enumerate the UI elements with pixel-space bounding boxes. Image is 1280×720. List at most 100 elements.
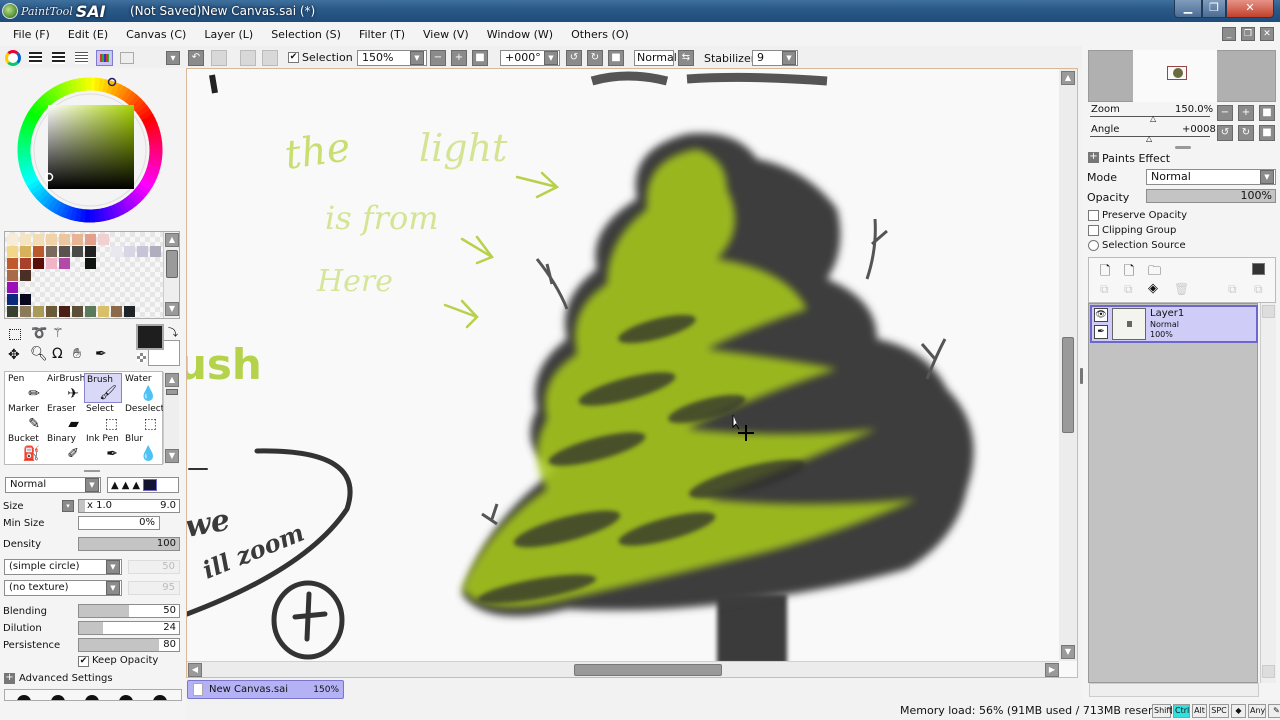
- canvas-scroll-down[interactable]: ▼: [1061, 645, 1075, 659]
- color-swatch[interactable]: [46, 234, 57, 245]
- preset-dot[interactable]: [119, 695, 133, 700]
- zoom-reset-button[interactable]: ■: [472, 50, 488, 66]
- paints-effect-expand-icon[interactable]: +: [1088, 152, 1099, 163]
- merge-selected-icon[interactable]: ⧉: [1228, 282, 1237, 297]
- selection-checkbox[interactable]: ✔: [288, 52, 299, 63]
- color-swatch[interactable]: [85, 258, 96, 269]
- color-swatch[interactable]: [98, 306, 109, 317]
- color-swatch[interactable]: [7, 294, 18, 305]
- canvas-drawing[interactable]: the light is from Here ush we ill zoom: [187, 69, 1059, 661]
- preserve-opacity-checkbox[interactable]: [1088, 210, 1099, 221]
- modifier-key-alt[interactable]: Alt: [1192, 704, 1207, 718]
- size-multiplier-button[interactable]: ▾: [62, 500, 74, 512]
- min-size-field[interactable]: 0%: [78, 516, 160, 530]
- rotate-ccw-button[interactable]: ↺: [566, 50, 582, 66]
- panel-resize-grip[interactable]: [84, 470, 100, 472]
- layer-visibility-eye-icon[interactable]: 👁: [1094, 308, 1108, 322]
- modifier-key-spc[interactable]: SPC: [1209, 704, 1229, 718]
- panel-resize-grip[interactable]: [1175, 146, 1191, 149]
- layer-list[interactable]: [1088, 303, 1258, 683]
- hand-tool[interactable]: ✋︎: [73, 346, 81, 362]
- navigator-thumbnail[interactable]: [1133, 50, 1217, 102]
- rgb-slider-mode-icon[interactable]: [29, 52, 42, 64]
- angle-dropdown-arrow[interactable]: ▼: [544, 51, 558, 65]
- swatches-mode-icon[interactable]: [96, 50, 113, 66]
- color-swatch[interactable]: [46, 306, 57, 317]
- color-swatch[interactable]: [33, 234, 44, 245]
- deselect-button[interactable]: [240, 50, 256, 66]
- color-swatch[interactable]: [85, 234, 96, 245]
- minimize-button[interactable]: ▁: [1174, 0, 1202, 18]
- color-swatch[interactable]: [137, 246, 148, 257]
- menu-window[interactable]: Window (W): [487, 28, 553, 41]
- rotate-tool[interactable]: Ω: [52, 346, 63, 362]
- color-swatch[interactable]: [7, 282, 18, 293]
- tool-water[interactable]: Water 💧: [123, 373, 161, 403]
- color-wheel-mode-icon[interactable]: [5, 50, 21, 66]
- canvas-vscroll-thumb[interactable]: [1062, 337, 1074, 433]
- menu-view[interactable]: View (V): [423, 28, 469, 41]
- brush-texture-arrow[interactable]: ▼: [106, 581, 120, 595]
- preset-dot[interactable]: [153, 695, 167, 700]
- tool-scrollbar[interactable]: ▲ ▼: [163, 372, 179, 464]
- tool-scroll-up[interactable]: ▲: [165, 373, 179, 387]
- brush-size-presets[interactable]: [4, 689, 182, 701]
- tool-brush[interactable]: Brush 🖌: [84, 373, 122, 403]
- tool-scroll-down[interactable]: ▼: [165, 449, 179, 463]
- canvas-scroll-left[interactable]: ◀: [188, 663, 202, 677]
- swatch-scroll-down[interactable]: ▼: [165, 302, 179, 316]
- color-swatch[interactable]: [98, 234, 109, 245]
- nav-zoom-slider-handle[interactable]: △: [1150, 114, 1156, 123]
- dilution-slider[interactable]: 24: [78, 621, 180, 635]
- persistence-slider[interactable]: 80: [78, 638, 180, 652]
- new-linework-layer-icon[interactable]: 🗋: [1124, 262, 1134, 284]
- preset-dot[interactable]: [85, 695, 99, 700]
- nav-zoom-out-button[interactable]: −: [1217, 105, 1233, 121]
- nav-rotate-reset-button[interactable]: ■: [1259, 125, 1275, 141]
- color-swatch[interactable]: [150, 246, 161, 257]
- layer-lock-brush-icon[interactable]: ✒: [1094, 325, 1108, 339]
- brush-shape-square-icon[interactable]: [143, 479, 158, 491]
- menu-file[interactable]: File (F): [13, 28, 50, 41]
- layer-row[interactable]: 👁 ✒ Layer1 Normal 100%: [1090, 305, 1258, 343]
- brush-shape-sharp-icon[interactable]: ▲: [111, 480, 119, 491]
- nav-rotate-cw-button[interactable]: ↻: [1238, 125, 1254, 141]
- merge-down-icon[interactable]: ⧉: [1124, 282, 1133, 297]
- nav-zoom-in-button[interactable]: +: [1238, 105, 1254, 121]
- rotate-cw-button[interactable]: ↻: [587, 50, 603, 66]
- menu-selection[interactable]: Selection (S): [271, 28, 341, 41]
- color-swatch[interactable]: [20, 246, 31, 257]
- color-mixer-mode-icon[interactable]: [75, 52, 88, 64]
- panel-collapse-button[interactable]: ▾: [166, 51, 180, 65]
- color-swatch[interactable]: [33, 258, 44, 269]
- color-swatch[interactable]: [111, 306, 122, 317]
- swap-colors-icon[interactable]: ⤵: [168, 324, 178, 339]
- magic-wand-tool[interactable]: ⚚: [52, 326, 64, 341]
- delete-layer-icon[interactable]: 🗑︎: [1174, 282, 1189, 296]
- layer-list-scrollbar[interactable]: [1260, 303, 1276, 683]
- preset-dot[interactable]: [51, 695, 65, 700]
- color-swatch[interactable]: [111, 246, 122, 257]
- mdi-restore-button[interactable]: ❐: [1241, 27, 1255, 41]
- tool-airbrush[interactable]: AirBrush ✈: [45, 373, 85, 403]
- brush-shape-arrow[interactable]: ▼: [106, 560, 120, 574]
- color-swatch[interactable]: [59, 246, 70, 257]
- color-swatch[interactable]: [46, 246, 57, 257]
- swatch-scroll-up[interactable]: ▲: [165, 233, 179, 247]
- tool-eraser[interactable]: Eraser ▰: [45, 403, 83, 433]
- paints-effect-label[interactable]: Paints Effect: [1102, 152, 1170, 165]
- undo-button[interactable]: ↶: [188, 50, 204, 66]
- color-swatch[interactable]: [59, 258, 70, 269]
- color-swatch[interactable]: [7, 258, 18, 269]
- menu-canvas[interactable]: Canvas (C): [126, 28, 186, 41]
- swatch-scrollbar[interactable]: ▲ ▼: [163, 232, 179, 318]
- brush-shape-strength[interactable]: 50: [128, 560, 180, 574]
- tool-select[interactable]: Select ⬚: [84, 403, 122, 433]
- transfer-down-icon[interactable]: ⧉: [1100, 282, 1109, 297]
- mdi-close-button[interactable]: ✕: [1260, 27, 1274, 41]
- nav-angle-slider-handle[interactable]: △: [1146, 134, 1152, 143]
- merge-visible-icon[interactable]: ⧉: [1254, 282, 1263, 297]
- flip-mode-field[interactable]: Normal: [634, 50, 677, 66]
- layer-mask-icon[interactable]: [1252, 263, 1265, 275]
- brush-texture-strength[interactable]: 95: [128, 581, 180, 595]
